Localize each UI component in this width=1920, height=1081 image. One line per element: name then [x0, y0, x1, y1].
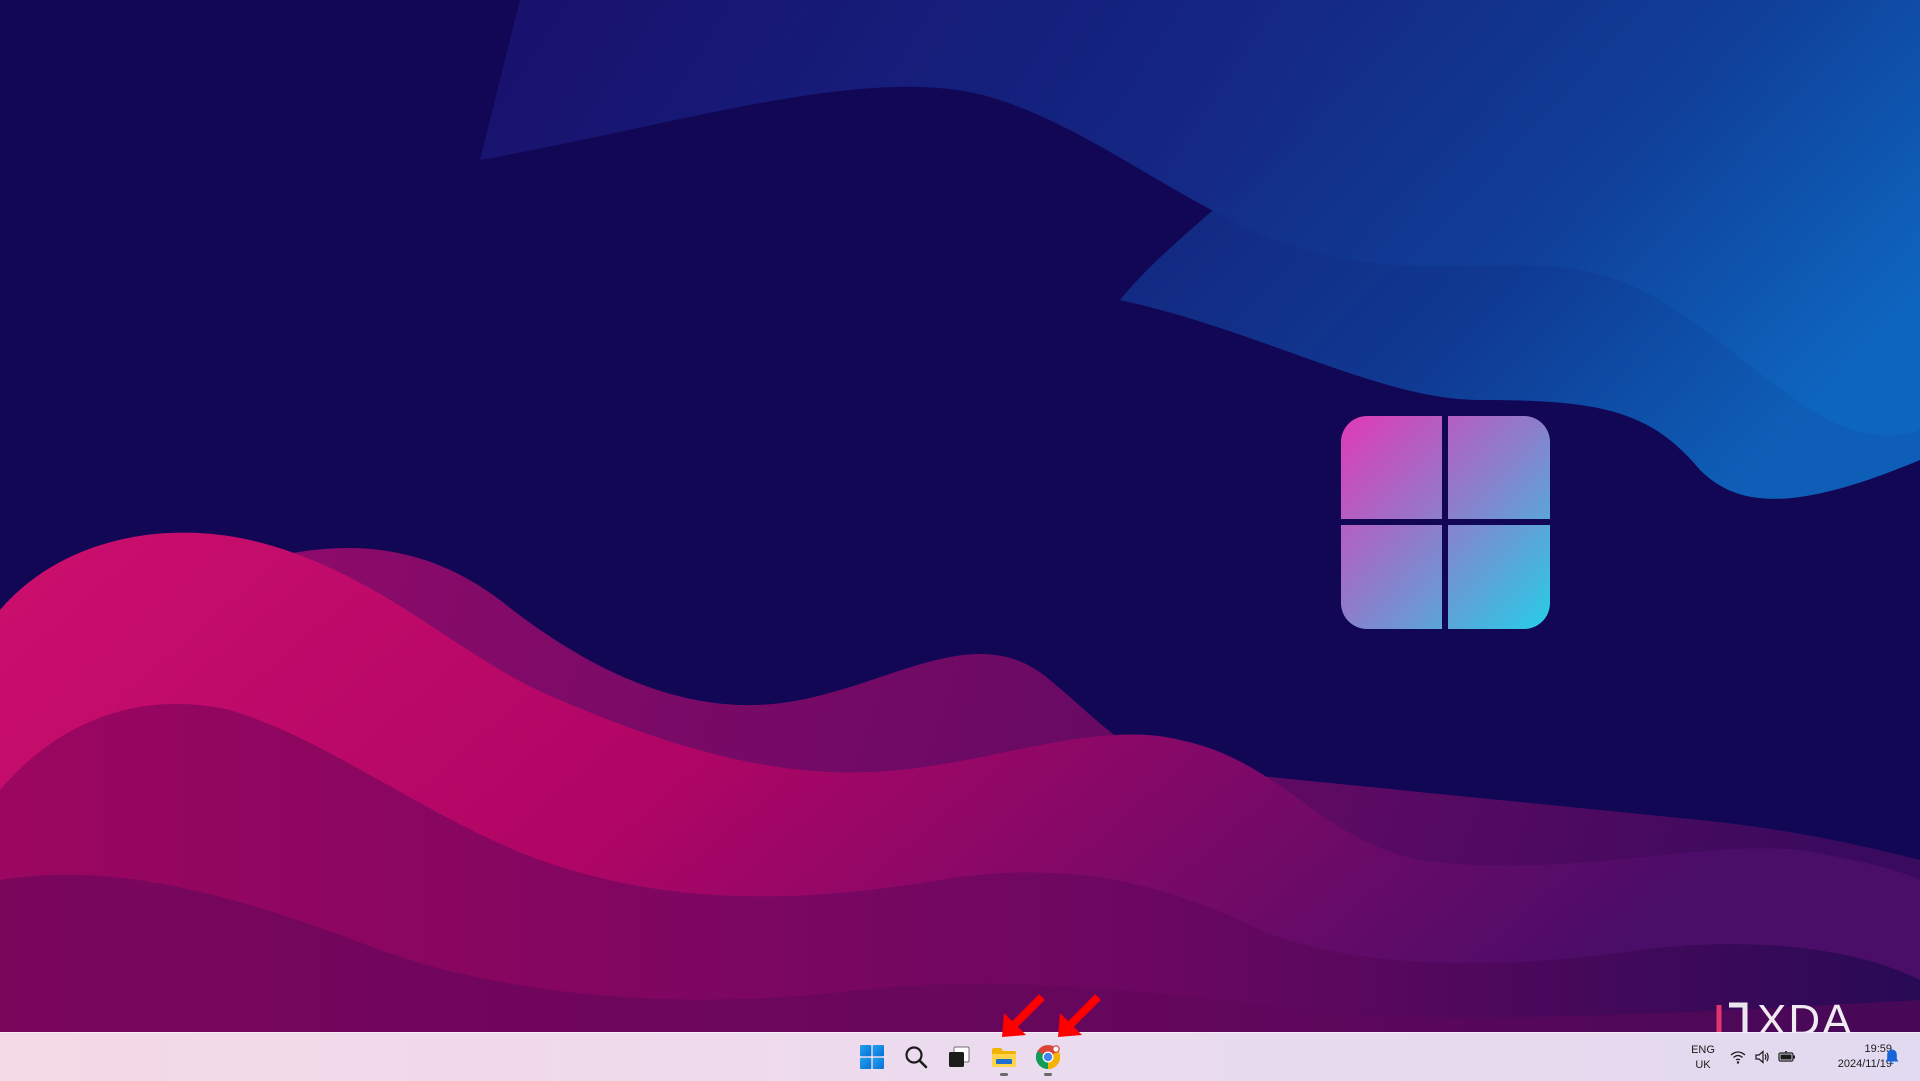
language-region: UK: [1695, 1059, 1711, 1071]
annotation-arrow-explorer: [1002, 994, 1045, 1037]
running-indicator: [1044, 1073, 1052, 1076]
system-tray-icons[interactable]: [1730, 1047, 1796, 1067]
start-button[interactable]: [852, 1037, 892, 1077]
chrome-button[interactable]: [1028, 1037, 1068, 1077]
file-explorer-button[interactable]: [984, 1037, 1024, 1077]
running-indicator: [1000, 1073, 1008, 1076]
clock-date: 2024/11/19: [1837, 1058, 1892, 1070]
taskbar: ENG UK 19:59 2024/11/19: [0, 1032, 1920, 1081]
volume-icon: [1755, 1050, 1769, 1064]
clock-time: 19:59: [1864, 1043, 1892, 1055]
battery-icon: [1778, 1051, 1795, 1062]
xda-watermark: XDA: [1715, 996, 1900, 1032]
search-button[interactable]: [896, 1037, 936, 1077]
xda-bracket-icon: [1716, 1002, 1748, 1032]
search-icon: [905, 1046, 928, 1069]
wallpaper: [0, 0, 1920, 1032]
wifi-icon: [1730, 1051, 1746, 1064]
desktop[interactable]: XDA: [0, 0, 1920, 1032]
annotation-arrow-chrome: [1058, 994, 1101, 1037]
language-code: ENG: [1691, 1044, 1715, 1056]
folder-icon: [992, 1048, 1016, 1067]
windows-start-icon: [860, 1045, 884, 1069]
bell-icon[interactable]: [1884, 1048, 1900, 1066]
language-indicator[interactable]: ENG UK: [1688, 1043, 1718, 1073]
task-view-button[interactable]: [939, 1037, 979, 1077]
chrome-icon: [1035, 1045, 1061, 1069]
clock[interactable]: 19:59 2024/11/19: [1808, 1042, 1892, 1072]
xda-watermark-text: XDA: [1757, 996, 1854, 1032]
windows-logo: [1341, 416, 1550, 629]
task-view-icon: [949, 1046, 970, 1067]
